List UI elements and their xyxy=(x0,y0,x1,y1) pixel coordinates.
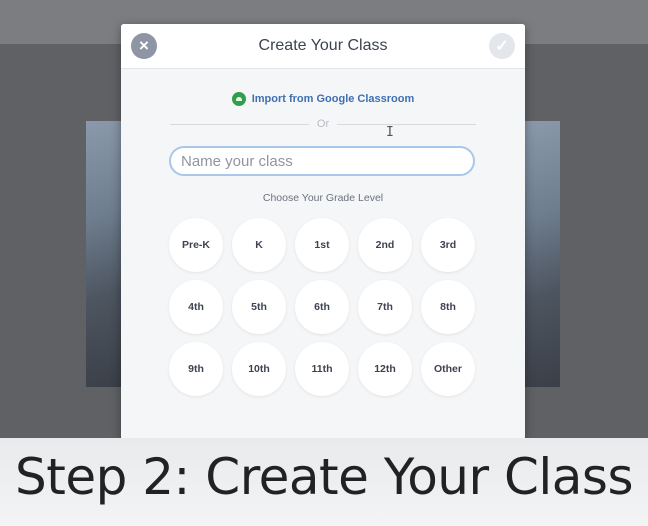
grade-button-other[interactable]: Other xyxy=(421,342,475,396)
import-label: Import from Google Classroom xyxy=(251,93,415,105)
grade-button-12th[interactable]: 12th xyxy=(358,342,412,396)
close-button[interactable]: × xyxy=(131,33,157,59)
dialog-header: Create Your Class × ✓ xyxy=(121,24,525,69)
close-icon: × xyxy=(139,36,149,55)
grade-button-4th[interactable]: 4th xyxy=(169,280,223,334)
grade-button-11th[interactable]: 11th xyxy=(295,342,349,396)
background-photo-right xyxy=(524,121,560,387)
text-cursor-icon: I xyxy=(386,125,394,140)
divider-line-left xyxy=(170,123,309,125)
grade-button-pre-k[interactable]: Pre-K xyxy=(169,218,223,272)
google-classroom-icon xyxy=(231,92,246,106)
grade-level-heading: Choose Your Grade Level xyxy=(262,192,384,204)
grade-button-2nd[interactable]: 2nd xyxy=(358,218,412,272)
or-text: Or xyxy=(316,118,330,130)
confirm-button[interactable]: ✓ xyxy=(489,33,515,59)
caption-text: Step 2: Create Your Class xyxy=(15,448,634,506)
grade-button-9th[interactable]: 9th xyxy=(169,342,223,396)
dialog-title: Create Your Class xyxy=(258,37,388,54)
class-name-input[interactable] xyxy=(169,146,475,176)
grade-button-3rd[interactable]: 3rd xyxy=(421,218,475,272)
grade-button-5th[interactable]: 5th xyxy=(232,280,286,334)
checkmark-icon: ✓ xyxy=(495,38,509,55)
grade-button-6th[interactable]: 6th xyxy=(295,280,349,334)
background-photo-left xyxy=(86,121,122,387)
create-class-dialog: Create Your Class × ✓ Import from Google… xyxy=(121,24,525,440)
grade-button-k[interactable]: K xyxy=(232,218,286,272)
import-google-classroom-link[interactable]: Import from Google Classroom xyxy=(121,92,525,106)
divider-line-right xyxy=(337,123,477,125)
grade-button-1st[interactable]: 1st xyxy=(295,218,349,272)
grade-button-8th[interactable]: 8th xyxy=(421,280,475,334)
or-divider: Or xyxy=(170,117,477,131)
grade-level-grid: Pre-K K 1st 2nd 3rd 4th 5th 6th 7th 8th … xyxy=(169,218,475,396)
grade-button-7th[interactable]: 7th xyxy=(358,280,412,334)
grade-button-10th[interactable]: 10th xyxy=(232,342,286,396)
